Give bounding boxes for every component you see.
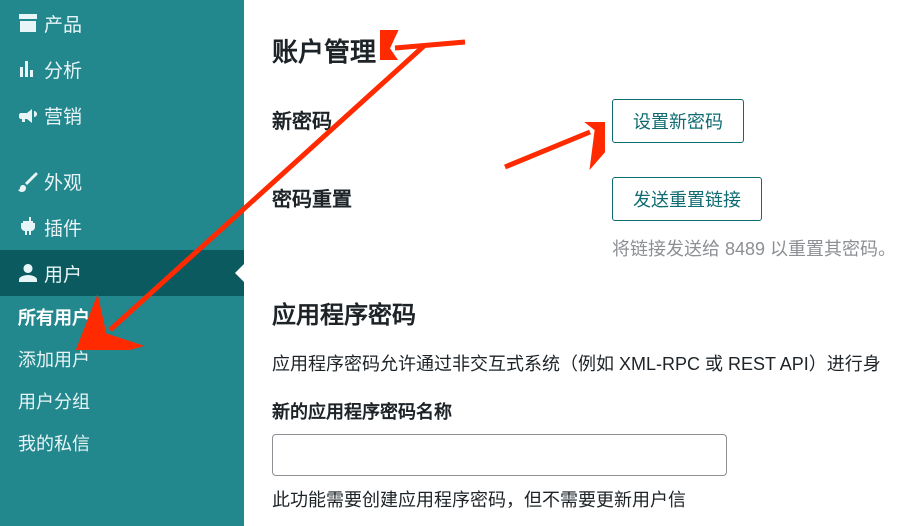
user-icon: [16, 261, 44, 285]
submenu-all-users[interactable]: 所有用户: [0, 296, 244, 338]
new-app-password-label: 新的应用程序密码名称: [272, 398, 916, 424]
label-new-password: 新密码: [272, 99, 612, 134]
sidebar-item-plugins[interactable]: 插件: [0, 204, 244, 250]
sidebar-item-label: 外观: [44, 168, 82, 195]
sidebar-item-users[interactable]: 用户: [0, 250, 244, 296]
main-content: 账户管理 新密码 设置新密码 密码重置 发送重置链接 将链接发送给 8489 以…: [244, 0, 916, 526]
submenu-label: 我的私信: [18, 430, 90, 456]
sidebar-item-label: 插件: [44, 214, 82, 241]
submenu-my-messages[interactable]: 我的私信: [0, 422, 244, 464]
sidebar-item-products[interactable]: 产品: [0, 0, 244, 46]
submenu-user-groups[interactable]: 用户分组: [0, 380, 244, 422]
sidebar-item-appearance[interactable]: 外观: [0, 158, 244, 204]
reset-helper-text: 将链接发送给 8489 以重置其密码。: [612, 235, 896, 261]
submenu-label: 添加用户: [18, 346, 90, 372]
sidebar-item-analytics[interactable]: 分析: [0, 46, 244, 92]
sidebar-item-label: 分析: [44, 56, 82, 83]
sidebar-item-label: 产品: [44, 10, 82, 37]
sidebar-item-marketing[interactable]: 营销: [0, 92, 244, 138]
label-password-reset: 密码重置: [272, 177, 612, 212]
row-password-reset: 密码重置 发送重置链接 将链接发送给 8489 以重置其密码。: [272, 177, 916, 261]
row-new-password: 新密码 设置新密码: [272, 99, 916, 143]
submenu-label: 所有用户: [18, 304, 90, 330]
app-password-helper: 此功能需要创建应用程序密码，但不需要更新用户信: [272, 486, 916, 512]
plug-icon: [16, 215, 44, 239]
sidebar-item-label: 营销: [44, 102, 82, 129]
send-reset-link-button[interactable]: 发送重置链接: [612, 177, 762, 221]
app-password-desc: 应用程序密码允许通过非交互式系统（例如 XML-RPC 或 REST API）进…: [272, 350, 916, 376]
brush-icon: [16, 169, 44, 193]
sidebar-item-label: 用户: [44, 260, 82, 287]
chart-icon: [16, 57, 44, 81]
submenu-label: 用户分组: [18, 388, 90, 414]
new-app-password-input[interactable]: [272, 434, 727, 476]
app-password-title: 应用程序密码: [272, 295, 916, 330]
set-new-password-button[interactable]: 设置新密码: [612, 99, 744, 143]
submenu-add-user[interactable]: 添加用户: [0, 338, 244, 380]
megaphone-icon: [16, 103, 44, 127]
page-title: 账户管理: [272, 32, 916, 69]
archive-icon: [16, 11, 44, 35]
sidebar: 产品 分析 营销 外观 插件 用户 所有用户 添加用户 用户分组 我的私信: [0, 0, 244, 526]
